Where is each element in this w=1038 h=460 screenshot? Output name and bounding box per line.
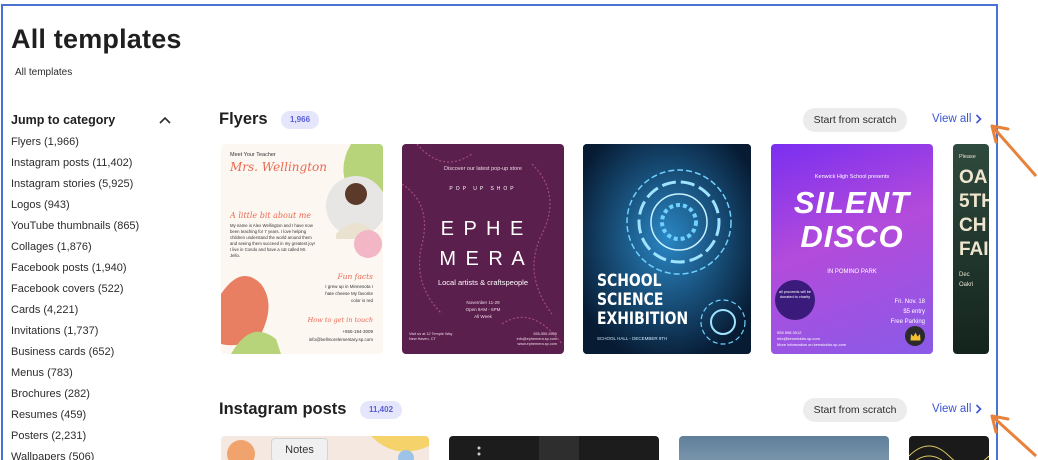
sidebar-heading: Jump to category xyxy=(11,113,116,127)
category-link-instagram-stories[interactable]: Instagram stories (5,925) xyxy=(11,174,181,195)
fun-facts-title: Fun facts xyxy=(337,272,373,281)
breadcrumb[interactable]: All templates xyxy=(15,67,72,78)
view-all-label: View all xyxy=(932,113,972,125)
section-title-instagram: Instagram posts xyxy=(219,400,347,418)
templates-page: All templates All templates Jump to cate… xyxy=(1,4,998,460)
ephemera-contact: 555-555-5555 info@ephemera.sp.com www.ep… xyxy=(516,332,557,346)
disco-entry: $5 entry xyxy=(903,309,925,315)
flyers-section: Flyers 1,966 Start from scratch View all xyxy=(219,106,989,354)
instagram-header: Instagram posts 11,402 Start from scratc… xyxy=(219,396,989,426)
teacher-tag: Meet Your Teacher xyxy=(230,152,276,158)
template-card[interactable] xyxy=(909,436,989,460)
flyers-header: Flyers 1,966 Start from scratch View all xyxy=(219,106,989,136)
category-list: Flyers (1,966) Instagram posts (11,402) … xyxy=(11,132,181,460)
category-link-facebook-covers[interactable]: Facebook covers (522) xyxy=(11,279,181,300)
science-line3: EXHIBITION xyxy=(597,309,689,329)
ephemera-line2: M E R A xyxy=(439,248,527,270)
partial-date: Dec xyxy=(959,272,970,278)
category-link-brochures[interactable]: Brochures (282) xyxy=(11,384,181,405)
annotation-arrow-icon xyxy=(990,124,1038,177)
template-card-ephemera[interactable]: Discover our latest pop-up store POP UP … xyxy=(402,144,564,354)
ephemera-days: All Week xyxy=(474,314,492,319)
partial-tag: Please xyxy=(959,154,976,160)
disco-date: Fri. Nov. 18 xyxy=(894,299,925,305)
science-line2: SCIENCE xyxy=(597,290,664,310)
category-link-business-cards[interactable]: Business cards (652) xyxy=(11,342,181,363)
teacher-phone: +555-194-3009 xyxy=(342,329,373,334)
category-link-logos[interactable]: Logos (943) xyxy=(11,195,181,216)
count-badge: 1,966 xyxy=(281,111,320,129)
instagram-section: Instagram posts 11,402 Start from scratc… xyxy=(219,396,989,460)
disco-place: IN POMINO PARK xyxy=(827,269,877,275)
category-link-instagram-posts[interactable]: Instagram posts (11,402) xyxy=(11,153,181,174)
disco-line2: DISCO xyxy=(800,219,904,254)
ephemera-sub: Local artists & craftspeople xyxy=(437,278,529,287)
disco-site: info@kenwickhs.sp.com xyxy=(777,336,820,341)
count-badge: 11,402 xyxy=(360,401,403,419)
contact-title: How to get in touch xyxy=(307,316,373,324)
partial-sub: Oakri xyxy=(959,282,974,288)
disco-tag: Kenwick High School presents xyxy=(814,174,890,180)
instagram-card-art xyxy=(909,445,989,460)
teacher-email: info@bellmorelementary.sp.com xyxy=(308,337,373,342)
instagram-carousel xyxy=(219,436,989,460)
instagram-card-art xyxy=(477,436,579,460)
teacher-bio: My name is Alex Wellington and I have no… xyxy=(230,223,316,258)
science-footer: SCHOOL HALL - DECEMBER 9TH xyxy=(597,336,668,341)
science-title: SCHOOL SCIENCE EXHIBITION xyxy=(597,272,688,329)
partial-big: OA 5TH CH FAI xyxy=(959,167,989,260)
view-all-label: View all xyxy=(932,403,972,415)
ephemera-tag: Discover our latest pop-up store xyxy=(444,166,522,172)
template-card[interactable] xyxy=(449,436,659,460)
ephemera-hours: Open 9AM - 6PM xyxy=(465,307,501,312)
chevron-up-icon[interactable] xyxy=(157,112,173,128)
template-card-teacher[interactable]: Meet Your Teacher Mrs. Wellington A litt… xyxy=(221,144,383,354)
ephemera-arc: POP UP SHOP xyxy=(449,186,517,192)
disco-phone: 555 598 0012 xyxy=(777,330,802,335)
disco-charity-badge: all proceeds will be donated to charity xyxy=(775,280,815,320)
teacher-about-title: A little bit about me xyxy=(230,211,312,220)
template-card[interactable] xyxy=(679,436,889,460)
flyers-carousel: Meet Your Teacher Mrs. Wellington A litt… xyxy=(219,144,989,356)
category-link-collages[interactable]: Collages (1,876) xyxy=(11,237,181,258)
science-line1: SCHOOL xyxy=(597,271,662,291)
annotation-arrow-icon xyxy=(990,414,1038,458)
category-link-wallpapers[interactable]: Wallpapers (506) xyxy=(11,447,181,460)
category-link-youtube-thumbnails[interactable]: YouTube thumbnails (865) xyxy=(11,216,181,237)
template-card-partial[interactable]: Please OA 5TH CH FAI Dec Oakri xyxy=(953,144,989,354)
start-from-scratch-button[interactable]: Start from scratch xyxy=(803,398,907,422)
ephemera-line1: E P H E xyxy=(440,218,526,240)
disco-title: SILENT DISCO xyxy=(771,186,933,254)
chevron-right-icon xyxy=(976,114,983,124)
category-sidebar: Jump to category Flyers (1,966) Instagra… xyxy=(11,110,181,460)
ephemera-date: November 11-29 xyxy=(466,300,500,305)
start-from-scratch-button[interactable]: Start from scratch xyxy=(803,108,907,132)
view-all-link[interactable]: View all xyxy=(932,403,983,415)
sidebar-header[interactable]: Jump to category xyxy=(11,110,181,130)
premium-crown-icon xyxy=(905,326,925,346)
disco-line1: SILENT xyxy=(793,185,911,220)
fun-facts-text: I grew up in Minnesota I hate cheese My … xyxy=(325,284,373,303)
category-link-flyers[interactable]: Flyers (1,966) xyxy=(11,132,181,153)
category-link-facebook-posts[interactable]: Facebook posts (1,940) xyxy=(11,258,181,279)
view-all-link[interactable]: View all xyxy=(932,113,983,125)
chevron-right-icon xyxy=(976,404,983,414)
category-link-posters[interactable]: Posters (2,231) xyxy=(11,426,181,447)
category-link-resumes[interactable]: Resumes (459) xyxy=(11,405,181,426)
notes-tab[interactable]: Notes xyxy=(271,438,328,460)
section-title-flyers: Flyers xyxy=(219,110,268,128)
disco-parking: Free Parking xyxy=(890,319,925,325)
category-link-cards[interactable]: Cards (4,221) xyxy=(11,300,181,321)
page-title: All templates xyxy=(11,24,182,54)
category-link-invitations[interactable]: Invitations (1,737) xyxy=(11,321,181,342)
template-card-disco[interactable]: Kenwick High School presents SILENT DISC… xyxy=(771,144,933,354)
ephemera-address: Visit us at 12 Temple Way New Haven, CT xyxy=(409,332,453,341)
template-card-science[interactable]: SCHOOL SCIENCE EXHIBITION SCHOOL HALL - … xyxy=(583,144,751,354)
category-link-menus[interactable]: Menus (783) xyxy=(11,363,181,384)
disco-info: More information on kenwickhs.sp.com xyxy=(777,342,847,347)
teacher-name: Mrs. Wellington xyxy=(230,160,327,174)
